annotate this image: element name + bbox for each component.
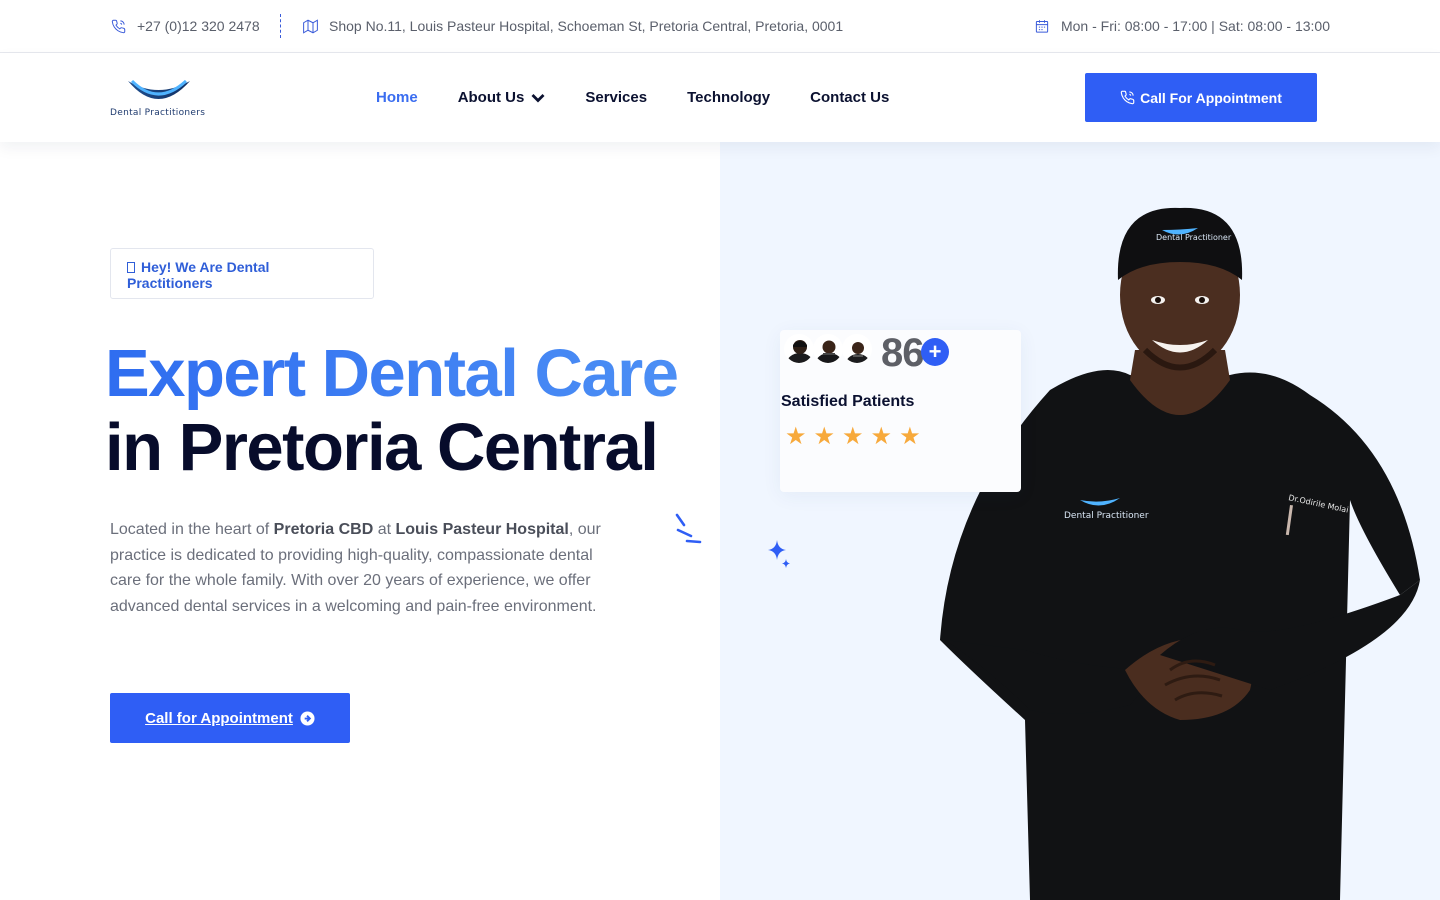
map-icon — [303, 18, 318, 34]
decor-lines-icon — [675, 513, 702, 544]
avatar — [784, 334, 814, 364]
satisfied-patients-card: 86 + Satisfied Patients ★ ★ ★ ★ ★ — [780, 330, 1021, 492]
logo-text: Dental Practitioners — [110, 108, 206, 118]
star-icon: ★ — [813, 422, 836, 450]
hero-description: Located in the heart of Pretoria CBD at … — [110, 517, 620, 619]
desc-text-1: Located in the heart of — [110, 521, 274, 538]
star-icon: ★ — [785, 422, 807, 450]
topbar-divider — [280, 14, 281, 38]
plus-icon: + — [921, 338, 949, 366]
nav-technology[interactable]: Technology — [687, 89, 770, 106]
site-logo[interactable]: Dental Practitioners — [110, 77, 210, 121]
nav-home[interactable]: Home — [376, 89, 418, 106]
patient-avatars — [784, 334, 872, 364]
hero-tagline: Hey! We Are Dental Practitioners — [110, 248, 374, 299]
star-icon: ★ — [842, 422, 864, 450]
main-header: Dental Practitioners Home About Us Servi… — [0, 53, 1440, 142]
hours-text: Mon - Fri: 08:00 - 17:00 | Sat: 08:00 - … — [1060, 18, 1330, 34]
nav-about-label: About Us — [457, 89, 525, 106]
topbar-hours: Mon - Fri: 08:00 - 17:00 | Sat: 08:00 - … — [1034, 0, 1330, 52]
tagline-text: Hey! We Are Dental Practitioners — [127, 259, 270, 291]
address-text: Shop No.11, Louis Pasteur Hospital, Scho… — [329, 18, 844, 34]
chevron-down-icon — [531, 93, 545, 102]
header-call-label: Call For Appointment — [1140, 89, 1282, 106]
hero-call-button[interactable]: Call for Appointment — [110, 693, 350, 743]
sparkle-icon — [768, 540, 790, 568]
nav-contact[interactable]: Contact Us — [810, 89, 889, 106]
nav-home-label: Home — [376, 89, 418, 106]
star-icon: ★ — [870, 422, 893, 450]
top-info-bar: +27 (0)12 320 2478 Shop No.11, Louis Pas… — [0, 0, 1440, 53]
logo-smile-icon — [128, 79, 190, 99]
desc-bold-location: Pretoria CBD — [273, 521, 374, 538]
phone-icon — [111, 19, 126, 33]
calendar-icon — [1035, 19, 1049, 33]
nav-contact-label: Contact Us — [810, 89, 890, 106]
avatar — [842, 334, 872, 364]
phone-text: +27 (0)12 320 2478 — [137, 18, 260, 34]
star-icon: ★ — [899, 422, 921, 450]
arrow-circle-right-icon — [300, 710, 315, 726]
patients-count: 86 — [881, 331, 924, 375]
tooth-icon — [127, 262, 135, 273]
main-nav: Home About Us Services Technology Contac… — [376, 53, 929, 142]
rating-stars: ★ ★ ★ ★ ★ — [785, 423, 928, 449]
hero-title-line1: Expert Dental Care — [105, 336, 679, 411]
shirt-logo-text: Dental Practitioner — [1064, 511, 1149, 521]
nav-services-label: Services — [585, 89, 648, 106]
nav-about[interactable]: About Us — [458, 89, 546, 106]
phone-icon — [1120, 90, 1135, 105]
desc-bold-hospital: Louis Pasteur Hospital — [395, 521, 569, 538]
doctor-photo: Dental Practitioner Dental Practitioner … — [940, 207, 1420, 900]
cap-logo-text: Dental Practitioner — [1156, 233, 1232, 242]
avatar — [813, 334, 843, 364]
nav-technology-label: Technology — [687, 89, 771, 106]
patients-label: Satisfied Patients — [781, 393, 915, 410]
hero-call-label: Call for Appointment — [145, 709, 293, 727]
nav-services[interactable]: Services — [585, 89, 647, 106]
topbar-phone[interactable]: +27 (0)12 320 2478 — [111, 0, 260, 52]
header-call-button[interactable]: Call For Appointment — [1085, 73, 1317, 122]
desc-text-2: at — [373, 521, 396, 538]
hero-title-line2: in Pretoria Central — [105, 410, 659, 485]
topbar-address[interactable]: Shop No.11, Louis Pasteur Hospital, Scho… — [303, 0, 843, 52]
